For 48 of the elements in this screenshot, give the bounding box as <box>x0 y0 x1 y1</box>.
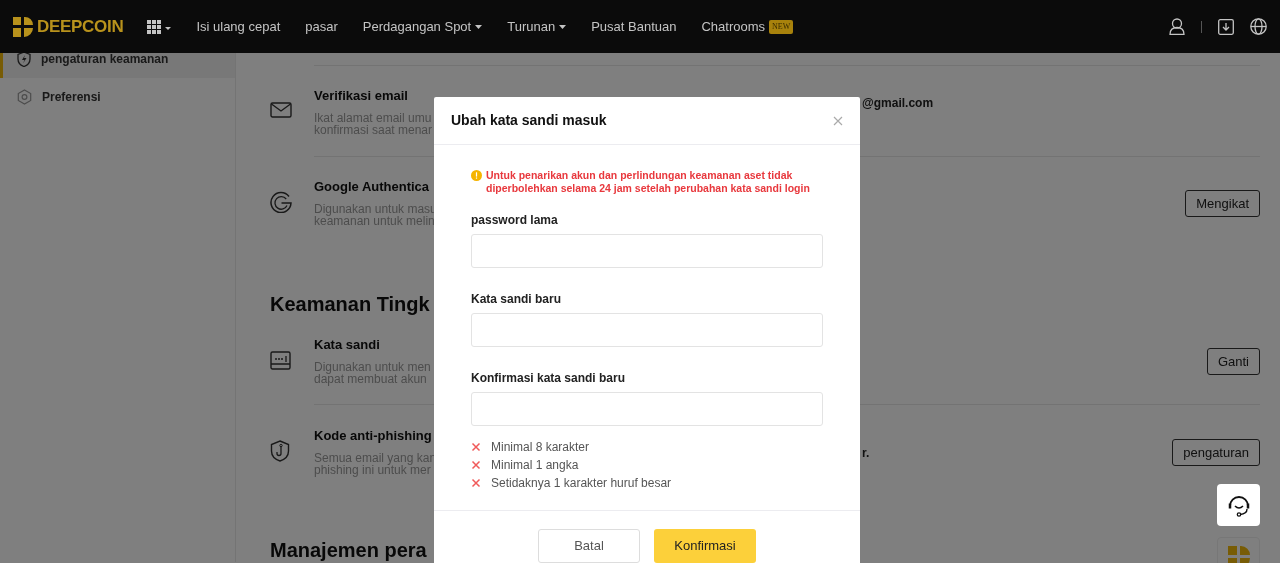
password-field[interactable] <box>471 392 823 426</box>
password-rule: Setidaknya 1 karakter huruf besar <box>491 475 672 492</box>
warning-icon <box>471 170 482 181</box>
logo-icon <box>13 16 33 37</box>
setting-value: @gmail.com <box>862 95 934 112</box>
shield-hook-icon <box>270 439 292 462</box>
nav-link[interactable]: Chatrooms NEW <box>701 16 794 37</box>
sidebar-item[interactable]: pengaturan keamanan <box>0 53 235 78</box>
globe-icon[interactable] <box>1250 18 1267 35</box>
letter-g-icon <box>270 191 292 213</box>
password-rule: Minimal 8 karakter <box>491 439 590 456</box>
password-field[interactable] <box>471 313 823 347</box>
setting-title: Kata sandi <box>314 337 380 353</box>
section-heading: Keamanan Tingk <box>270 292 430 316</box>
setting-title: Google Authentica <box>314 179 430 195</box>
cancel-button[interactable]: Batal <box>538 529 640 563</box>
field-label: Kata sandi baru <box>471 291 563 308</box>
setting-button[interactable]: Ganti <box>1206 347 1260 375</box>
apps-grid-icon[interactable] <box>147 18 173 35</box>
logo[interactable]: DEEPCOIN <box>13 13 124 40</box>
download-icon[interactable] <box>1218 18 1234 35</box>
password-card-icon <box>270 349 292 372</box>
nav-link[interactable]: pasar <box>305 16 338 37</box>
user-icon[interactable] <box>1169 18 1185 35</box>
warning-text: Untuk penarikan akun dan perlindungan keamanan aset tidak diperbolehkan selama 24 jam setelah perubahan kata sandi login <box>486 169 811 195</box>
section-heading: Manajemen pera <box>270 538 427 562</box>
password-field[interactable] <box>471 234 823 268</box>
nav-link[interactable]: Isi ulang cepat <box>196 16 281 37</box>
support-button[interactable] <box>1217 484 1260 526</box>
field-label: password lama <box>471 212 559 229</box>
field-label: Konfirmasi kata sandi baru <box>471 370 627 387</box>
nav-link[interactable]: Perdagangan Spot <box>362 16 483 37</box>
setting-title: Kode anti-phishing <box>314 428 432 444</box>
nav-link[interactable]: Pusat Bantuan <box>591 16 677 37</box>
nav-link[interactable]: Turunan <box>507 16 567 37</box>
setting-value: r. <box>862 445 870 462</box>
confirm-button[interactable]: Konfirmasi <box>654 529 756 563</box>
hexagon-icon <box>17 89 32 105</box>
password-rule: Minimal 1 angka <box>491 457 579 474</box>
setting-button[interactable]: pengaturan <box>1172 438 1260 466</box>
logo-text: DEEPCOIN <box>37 15 124 38</box>
sidebar-item[interactable]: Preferensi <box>0 78 235 116</box>
new-badge: NEW <box>769 19 794 34</box>
setting-title: Verifikasi email <box>314 88 408 104</box>
dialog-title: Ubah kata sandi masuk <box>451 111 607 130</box>
logo-icon <box>1227 546 1250 563</box>
setting-button[interactable]: Mengikat <box>1185 189 1260 217</box>
shield-bolt-icon <box>17 53 31 67</box>
